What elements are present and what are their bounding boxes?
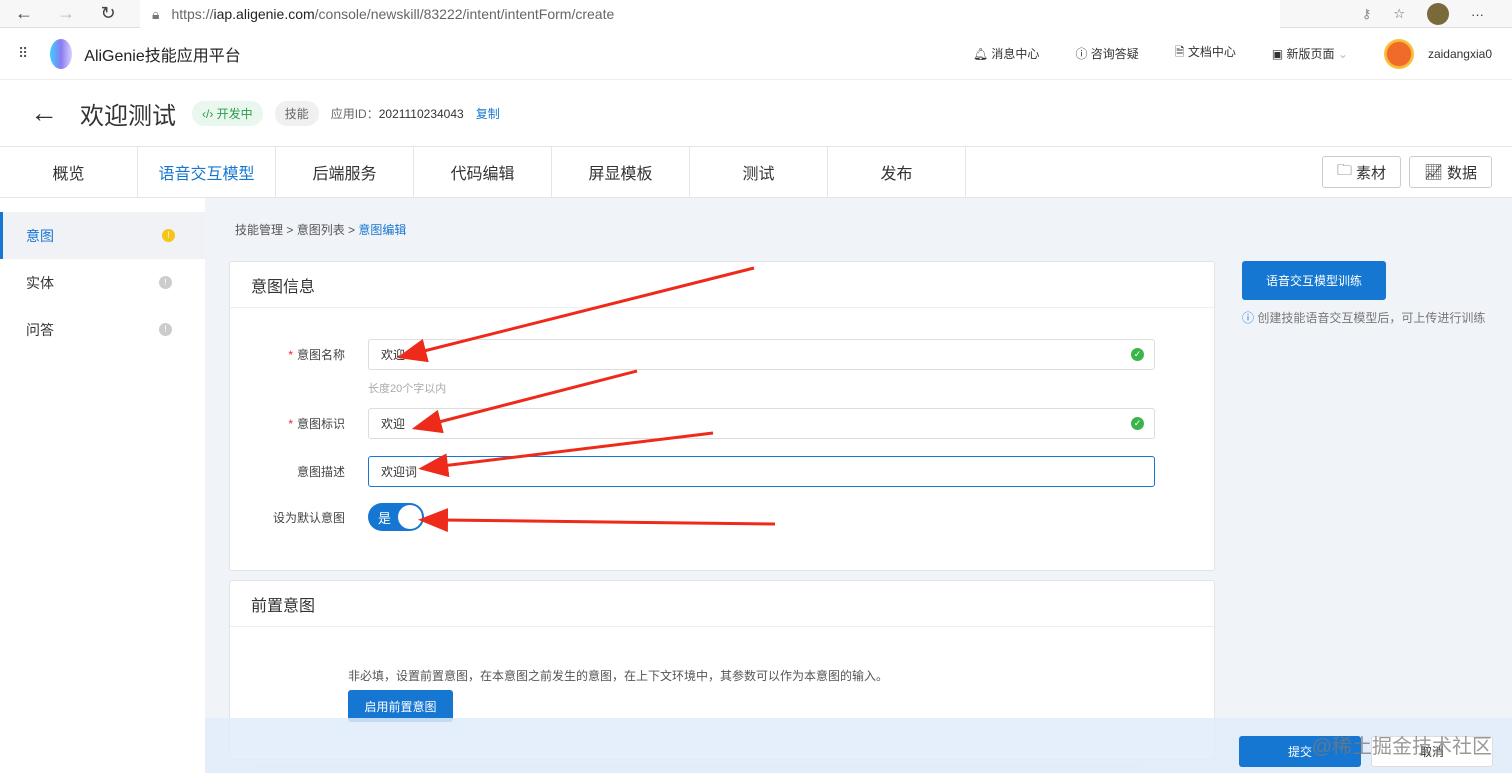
sidebar-item-qa[interactable]: 问答! (0, 306, 205, 353)
card-title: 意图信息 (230, 262, 1214, 308)
status-label: 开发中 (216, 106, 253, 121)
help-icon: ⓘ (1242, 311, 1255, 325)
key-icon[interactable]: ⚷ (1362, 6, 1372, 22)
main-tabs: 概览 语音交互模型 后端服务 代码编辑 屏显模板 测试 发布 🗀 素材 📈︎ 数据 (0, 146, 1512, 198)
profile-avatar[interactable] (1427, 3, 1449, 25)
app-id-label: 应用ID： (330, 106, 379, 121)
input-value: 欢迎 (381, 348, 406, 362)
new-page-label: 新版页面 (1286, 47, 1335, 61)
user-avatar (1383, 38, 1414, 69)
train-hint-text: 创建技能语音交互模型后，可上传进行训练 (1257, 311, 1486, 325)
layout-icon: ▣ (1271, 47, 1284, 61)
input-value: 欢迎词 (381, 465, 418, 479)
app-topbar: ⠿ AliGenie技能应用平台 🔔︎ 消息中心 ⓘ 咨询答疑 🗎 文档中心 ▣… (0, 28, 1512, 80)
tab-publish[interactable]: 发布 (828, 147, 966, 197)
intent-desc-label: 意图描述 (296, 465, 345, 479)
data-button[interactable]: 📈︎ 数据 (1409, 156, 1493, 188)
url-prefix: https:// (171, 6, 214, 22)
material-button[interactable]: 🗀 素材 (1322, 156, 1402, 188)
pre-intent-description: 非必填，设置前置意图，在本意图之前发生的意图，在上下文环境中，其参数可以作为本意… (348, 669, 889, 683)
breadcrumb-skill-manage[interactable]: 技能管理 (235, 223, 283, 237)
breadcrumb-intent-list[interactable]: 意图列表 (297, 223, 345, 237)
toggle-label: 是 (378, 510, 392, 526)
default-intent-toggle[interactable]: 是 (368, 503, 424, 531)
document-icon: 🗎 (1174, 45, 1185, 59)
intent-info-card: 意图信息 * 意图名称 欢迎 ✓ 长度20个字以内 * 意图标识 欢迎 ✓ 意图描述 欢… (229, 261, 1215, 571)
sidebar-item-entity[interactable]: 实体! (0, 259, 205, 306)
intent-name-input[interactable]: 欢迎 ✓ (368, 339, 1155, 370)
train-hint: ⓘ 创建技能语音交互模型后，可上传进行训练 (1242, 309, 1485, 326)
intent-name-hint: 长度20个字以内 (368, 383, 447, 395)
reload-icon[interactable]: ↻ (90, 3, 126, 24)
url-host: iap.aligenie.com (213, 6, 315, 22)
sidebar-item-intent[interactable]: 意图! (0, 212, 205, 259)
data-label: 数据 (1447, 164, 1478, 182)
label-text: 意图标识 (296, 417, 345, 431)
consult-label: 咨询答疑 (1090, 47, 1139, 61)
tab-test[interactable]: 测试 (690, 147, 828, 197)
app-id: 2021110234043 (378, 106, 464, 121)
user-menu[interactable]: zaidangxia0 (1383, 38, 1492, 69)
intent-name-label: * 意图名称 (288, 348, 345, 362)
chevron-down-icon: ⌄ (1337, 47, 1348, 61)
tab-overview[interactable]: 概览 (0, 147, 138, 197)
more-icon[interactable]: ··· (1471, 7, 1484, 22)
intent-id-input[interactable]: 欢迎 ✓ (368, 408, 1155, 439)
status-badge: ‹/› 开发中 (192, 100, 263, 126)
messages-label: 消息中心 (991, 47, 1040, 61)
tab-code-edit[interactable]: 代码编辑 (414, 147, 552, 197)
input-value: 欢迎 (381, 417, 406, 431)
sidebar: 意图! 实体! 问答! (0, 198, 205, 773)
apps-grid-icon[interactable]: ⠿ (18, 45, 28, 62)
sidebar-label: 实体 (26, 274, 54, 291)
material-label: 素材 (1356, 164, 1387, 182)
code-icon: ‹/› (202, 106, 214, 121)
warning-icon: ! (162, 229, 175, 242)
intent-desc-input[interactable]: 欢迎词 (368, 456, 1155, 487)
copy-link[interactable]: 复制 (476, 105, 500, 122)
back-icon[interactable]: ← (6, 3, 42, 24)
lock-icon: 🔒︎ (152, 5, 160, 22)
tab-backend[interactable]: 后端服务 (276, 147, 414, 197)
default-intent-label: 设为默认意图 (272, 510, 345, 525)
watermark: @稀土掘金技术社区 (1311, 736, 1492, 758)
page-title: 欢迎测试 (80, 102, 176, 130)
check-icon: ✓ (1131, 417, 1144, 430)
address-bar[interactable]: 🔒︎ https://iap.aligenie.com/console/news… (140, 0, 1280, 28)
messages-link[interactable]: 🔔︎ 消息中心 (973, 45, 1040, 62)
label-text: 意图名称 (296, 348, 345, 362)
tab-screen-template[interactable]: 屏显模板 (552, 147, 690, 197)
sidebar-label: 意图 (26, 227, 54, 244)
back-arrow-icon[interactable]: ← (30, 97, 58, 129)
intent-id-label: * 意图标识 (288, 417, 345, 431)
url-path: /console/newskill/83222/intent/intentFor… (314, 6, 615, 22)
sidebar-label: 问答 (26, 321, 54, 338)
docs-link[interactable]: 🗎 文档中心 (1175, 43, 1236, 64)
docs-label: 文档中心 (1187, 45, 1236, 59)
chart-icon: 📈︎ (1424, 164, 1444, 181)
favorite-icon[interactable]: ☆ (1393, 6, 1405, 22)
tab-voice-model[interactable]: 语音交互模型 (138, 147, 276, 197)
browser-toolbar: ← → ↻ 🔒︎ https://iap.aligenie.com/consol… (0, 0, 1512, 28)
new-page-dropdown[interactable]: ▣ 新版页面 ⌄ (1272, 45, 1348, 62)
username: zaidangxia0 (1427, 46, 1492, 61)
breadcrumb-intent-edit: 意图编辑 (358, 223, 407, 237)
folder-icon: 🗀 (1337, 161, 1353, 179)
main-content: 技能管理 > 意图列表 > 意图编辑 意图信息 * 意图名称 欢迎 ✓ 长度20个字… (205, 198, 1512, 773)
info-icon: ! (159, 276, 172, 289)
breadcrumb: 技能管理 > 意图列表 > 意图编辑 (235, 223, 407, 237)
train-model-button[interactable]: 语音交互模型训练 (1242, 261, 1386, 300)
check-icon: ✓ (1131, 348, 1144, 361)
forward-icon[interactable]: → (48, 3, 84, 24)
consult-link[interactable]: ⓘ 咨询答疑 (1075, 45, 1138, 62)
aligenie-logo (50, 38, 73, 69)
page-header: ← 欢迎测试 ‹/› 开发中 技能 应用ID：2021110234043 复制 (0, 80, 1512, 146)
info-icon: ! (159, 323, 172, 336)
bell-icon: 🔔︎ (972, 47, 989, 61)
card-title: 前置意图 (230, 581, 1214, 627)
brand-name: AliGenie技能应用平台 (84, 47, 241, 65)
help-icon: ⓘ (1075, 47, 1088, 61)
type-badge: 技能 (274, 100, 319, 126)
